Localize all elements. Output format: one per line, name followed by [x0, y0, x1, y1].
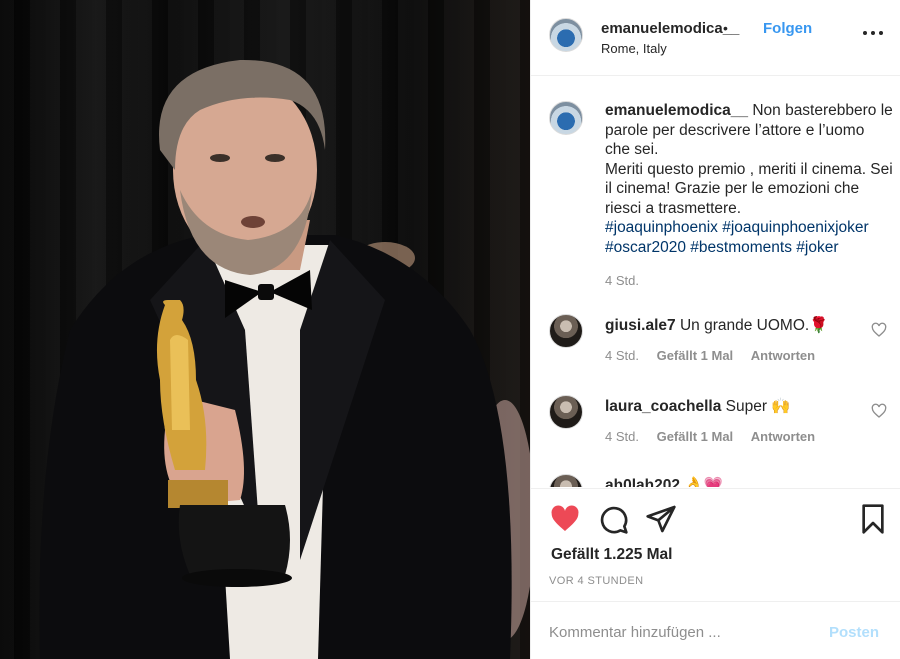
- comment-icon[interactable]: [597, 503, 629, 535]
- author-username[interactable]: emanuelemodica__: [601, 20, 739, 37]
- caption-body: Non basterebbero le parole per descriver…: [605, 102, 893, 217]
- comment-likes[interactable]: Gefällt 1 Mal: [657, 348, 734, 363]
- comment-meta: 4 Std. Gefällt 1 Mal Antworten: [605, 429, 829, 444]
- post-actions: Gefällt 1.225 Mal VOR 4 STUNDEN: [531, 488, 900, 600]
- comment-text: Un grande UOMO.🌹: [679, 317, 829, 334]
- instagram-post: emanuelemodica__ • Folgen Rome, Italy em…: [0, 0, 900, 659]
- caption-hashtags[interactable]: #joaquinphoenix #joaquinphoenixjoker #os…: [605, 219, 869, 256]
- commenter-avatar[interactable]: [549, 474, 583, 487]
- commenter-avatar[interactable]: [549, 395, 583, 429]
- post-comment-button[interactable]: Posten: [829, 624, 879, 641]
- reply-button[interactable]: Antworten: [751, 429, 815, 444]
- commenter-username[interactable]: laura_coachella: [605, 398, 721, 415]
- caption-time[interactable]: 4 Std.: [605, 273, 639, 288]
- post-photo[interactable]: [0, 0, 530, 659]
- post-header: emanuelemodica__ • Folgen Rome, Italy: [531, 0, 900, 76]
- commenter-username[interactable]: giusi.ale7: [605, 317, 676, 334]
- comment-item: giusi.ale7 Un grande UOMO.🌹 4 Std. Gefäl…: [531, 314, 900, 394]
- heart-filled-icon[interactable]: [549, 503, 581, 535]
- comment-like-heart-icon[interactable]: [871, 403, 887, 419]
- commenter-username[interactable]: ah0lah202: [605, 477, 680, 487]
- caption-text: emanuelemodica__ Non basterebbero le par…: [605, 101, 893, 257]
- comment-input[interactable]: [549, 620, 809, 644]
- likes-count[interactable]: Gefällt 1.225 Mal: [551, 546, 672, 564]
- comment-body: laura_coachella Super 🙌: [605, 397, 791, 416]
- author-avatar[interactable]: [549, 18, 583, 52]
- caption-username[interactable]: emanuelemodica__: [605, 102, 748, 119]
- reply-button[interactable]: Antworten: [751, 348, 815, 363]
- post-sidebar: emanuelemodica__ • Folgen Rome, Italy em…: [530, 0, 900, 659]
- comment-meta: 4 Std. Gefällt 1 Mal Antworten: [605, 348, 829, 363]
- comment-text: Super 🙌: [725, 398, 791, 415]
- comments-list[interactable]: emanuelemodica__ Non basterebbero le par…: [531, 77, 900, 487]
- comment-likes[interactable]: Gefällt 1 Mal: [657, 429, 734, 444]
- comment-item: laura_coachella Super 🙌 4 Std. Gefällt 1…: [531, 395, 900, 475]
- separator-dot: •: [723, 20, 728, 36]
- comment-text: 👌💗: [684, 477, 723, 487]
- more-options-icon[interactable]: [863, 22, 883, 42]
- follow-button[interactable]: Folgen: [763, 20, 812, 37]
- comment-item: ah0lah202 👌💗: [531, 474, 900, 487]
- comment-body: ah0lah202 👌💗: [605, 476, 723, 487]
- bookmark-icon[interactable]: [857, 503, 889, 535]
- comment-time[interactable]: 4 Std.: [605, 429, 639, 444]
- paper-plane-icon[interactable]: [645, 503, 677, 535]
- photo-illustration: [39, 59, 530, 659]
- caption-avatar[interactable]: [549, 101, 583, 135]
- commenter-avatar[interactable]: [549, 314, 583, 348]
- add-comment-bar: Posten: [531, 601, 900, 659]
- comment-time[interactable]: 4 Std.: [605, 348, 639, 363]
- posted-timestamp[interactable]: VOR 4 STUNDEN: [549, 575, 643, 587]
- post-location[interactable]: Rome, Italy: [601, 41, 667, 56]
- comment-like-heart-icon[interactable]: [871, 322, 887, 338]
- comment-body: giusi.ale7 Un grande UOMO.🌹: [605, 316, 828, 335]
